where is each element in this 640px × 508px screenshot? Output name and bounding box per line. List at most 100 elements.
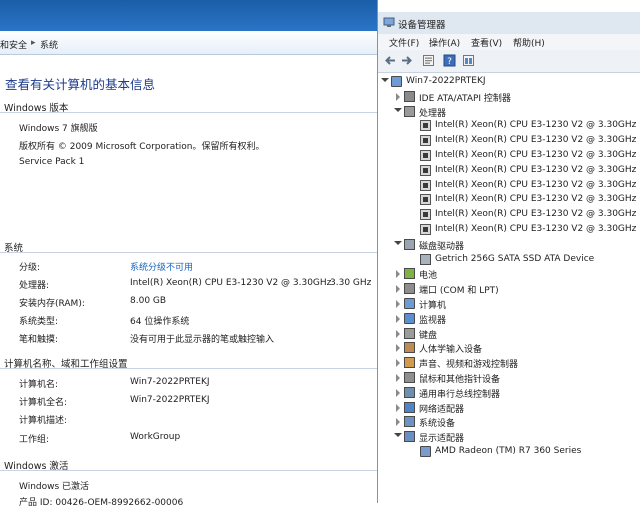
system-row-rating: 分级: 系统分级不可用 <box>0 260 377 276</box>
help-icon[interactable]: ? <box>443 54 456 67</box>
disk-drive-icon <box>404 238 415 250</box>
collapsed-arrow-icon[interactable] <box>396 388 400 397</box>
usb-icon <box>404 386 415 398</box>
device-tree[interactable]: Win7-2022PRTEKJ IDE ATA/ATAPI 控制器 处理器 Intel… <box>378 73 640 503</box>
system-type-label: 系统类型: <box>19 317 59 327</box>
collapsed-arrow-icon[interactable] <box>396 374 400 382</box>
activation-status: Windows 已激活 <box>19 482 90 492</box>
device-tree-label: 计算机 <box>419 301 447 311</box>
device-tree-label: Intel(R) Xeon(R) CPU E3-1230 V2 @ 3.30GH… <box>435 209 637 220</box>
divider <box>0 368 377 369</box>
device-tree-label: 处理器 <box>419 108 447 119</box>
computer-icon <box>391 76 402 87</box>
device-tree-label: Intel(R) Xeon(R) CPU E3-1230 V2 @ 3.30GH… <box>435 120 637 131</box>
device-tree-label: 显示适配器 <box>419 434 465 445</box>
collapsed-arrow-icon[interactable] <box>396 344 400 353</box>
menu-help[interactable]: 帮助(H) <box>513 36 545 49</box>
device-tree-label: Intel(R) Xeon(R) CPU E3-1230 V2 @ 3.30GH… <box>435 224 637 234</box>
svg-text:?: ? <box>447 57 452 67</box>
collapsed-arrow-icon[interactable] <box>396 300 400 308</box>
divider <box>0 112 377 113</box>
menu-file[interactable]: 文件(F) <box>389 36 419 49</box>
collapsed-arrow-icon[interactable] <box>396 92 400 101</box>
processor-icon <box>404 105 415 117</box>
network-icon <box>404 401 415 413</box>
device-tree-label: 网络适配器 <box>419 404 465 415</box>
computer-icon <box>404 298 415 309</box>
back-icon[interactable] <box>384 54 397 67</box>
properties-icon[interactable] <box>422 54 435 67</box>
device-tree-label: AMD Radeon (TM) R7 360 Series <box>435 446 582 456</box>
ide-icon <box>404 90 415 102</box>
show-hidden-icon[interactable] <box>462 54 475 67</box>
breadcrumb-system[interactable]: 系统 <box>40 38 58 51</box>
collapsed-arrow-icon[interactable] <box>396 270 400 279</box>
rating-label: 分级: <box>19 263 41 273</box>
breadcrumb-separator-icon: ▸ <box>31 38 36 48</box>
full-name-label: 计算机全名: <box>19 398 68 408</box>
sound-icon <box>404 357 415 369</box>
pen-touch-label: 笔和触摸: <box>19 335 59 345</box>
device-tree-label: Intel(R) Xeon(R) CPU E3-1230 V2 @ 3.30GH… <box>435 150 637 160</box>
computer-row-description: 计算机描述: <box>0 413 377 429</box>
collapsed-arrow-icon[interactable] <box>396 403 400 412</box>
device-tree-label: 电池 <box>419 271 438 282</box>
pen-touch-value: 没有可用于此显示器的笔或触控输入 <box>130 335 275 345</box>
rating-link[interactable]: 系统分级不可用 <box>130 260 193 273</box>
forward-icon[interactable] <box>400 54 413 67</box>
disk-icon <box>420 253 431 265</box>
computer-row-workgroup: 工作组: WorkGroup <box>0 432 377 448</box>
cpu-icon <box>420 209 431 221</box>
ram-label: 安装内存(RAM): <box>19 299 85 309</box>
device-tree-label: Intel(R) Xeon(R) CPU E3-1230 V2 @ 3.30GH… <box>435 194 637 205</box>
breadcrumb-security[interactable]: 和安全 <box>0 38 27 51</box>
display-icon <box>420 446 431 457</box>
system-row-pen: 笔和触摸: 没有可用于此显示器的笔或触控输入 <box>0 332 377 348</box>
device-tree-label: Getrich 256G SATA SSD ATA Device <box>435 253 595 264</box>
service-pack: Service Pack 1 <box>19 157 85 167</box>
device-tree-label: 系统设备 <box>419 419 456 430</box>
menu-view[interactable]: 查看(V) <box>471 36 502 49</box>
collapsed-arrow-icon[interactable] <box>396 359 400 368</box>
copyright-text: 版权所有 © 2009 Microsoft Corporation。保留所有权利… <box>19 142 265 152</box>
ram-value: 8.00 GB <box>130 296 167 306</box>
device-tree-label: 端口 (COM 和 LPT) <box>419 286 499 297</box>
menu-bar: 文件(F) 操作(A) 查看(V) 帮助(H) <box>378 34 640 50</box>
device-tree-label: Intel(R) Xeon(R) CPU E3-1230 V2 @ 3.30GH… <box>435 164 637 175</box>
device-tree-label: 监视器 <box>419 315 447 326</box>
title-bar[interactable]: 设备管理器 <box>378 12 640 34</box>
expanded-arrow-icon[interactable] <box>394 240 402 245</box>
menu-action[interactable]: 操作(A) <box>429 36 460 49</box>
processor-value: Intel(R) Xeon(R) CPU E3-1230 V2 @ 3.30GH… <box>130 278 332 288</box>
collapsed-arrow-icon[interactable] <box>396 285 400 294</box>
workgroup-value: WorkGroup <box>130 432 181 442</box>
system-row-ram: 安装内存(RAM): 8.00 GB <box>0 296 377 312</box>
address-bar[interactable]: 和安全 ▸ 系统 <box>0 34 377 55</box>
computer-row-fullname: 计算机全名: Win7-2022PRTEKJ <box>0 395 377 411</box>
expanded-arrow-icon[interactable] <box>394 107 402 112</box>
monitor-icon <box>404 312 415 324</box>
device-tree-label: IDE ATA/ATAPI 控制器 <box>419 93 511 104</box>
expanded-arrow-icon[interactable] <box>394 433 402 438</box>
device-manager-window: 设备管理器 文件(F) 操作(A) 查看(V) 帮助(H) ? Win7-202… <box>377 0 640 503</box>
device-tree-label: 人体学输入设备 <box>419 345 483 356</box>
device-tree-label: 声音、视频和游戏控制器 <box>419 360 519 371</box>
collapsed-arrow-icon[interactable] <box>396 314 400 323</box>
mouse-icon <box>404 372 415 383</box>
system-device-icon <box>404 416 415 428</box>
system-row-processor: 处理器: Intel(R) Xeon(R) CPU E3-1230 V2 @ 3… <box>0 278 377 294</box>
device-manager-icon <box>383 17 395 27</box>
hid-icon <box>404 342 415 354</box>
battery-icon <box>404 268 415 280</box>
collapsed-arrow-icon[interactable] <box>396 329 400 338</box>
workgroup-label: 工作组: <box>19 435 50 445</box>
divider <box>0 470 377 471</box>
collapsed-arrow-icon[interactable] <box>396 418 400 427</box>
device-tree-label: 通用串行总线控制器 <box>419 389 501 400</box>
device-tree-label: Intel(R) Xeon(R) CPU E3-1230 V2 @ 3.30GH… <box>435 179 637 190</box>
processor-speed: 3.30 GHz <box>330 278 372 288</box>
expanded-arrow-icon[interactable] <box>381 78 389 82</box>
edition-name: Windows 7 旗舰版 <box>19 124 98 134</box>
cpu-icon <box>420 194 431 206</box>
toolbar: ? <box>378 50 640 73</box>
